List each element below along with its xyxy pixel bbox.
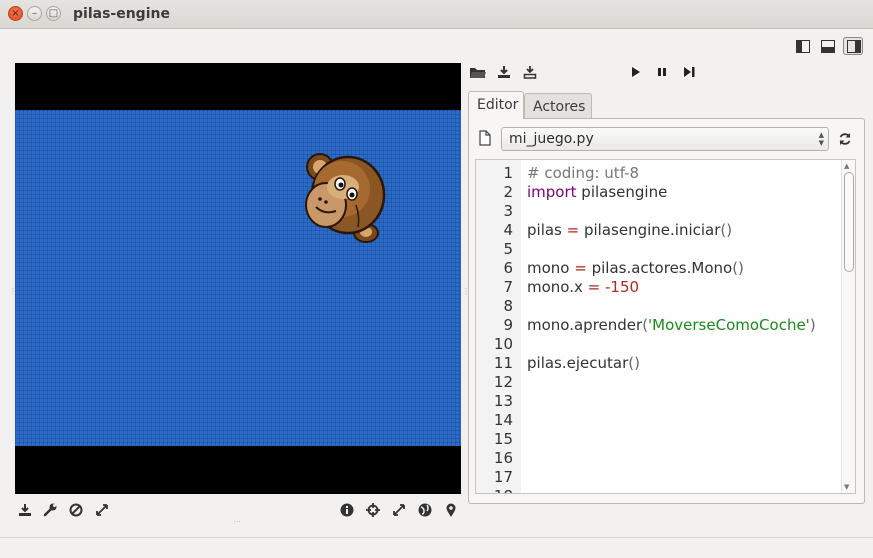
open-folder-icon[interactable]	[469, 64, 487, 82]
code-token: =	[566, 221, 580, 239]
game-stage[interactable]	[15, 63, 461, 494]
maximize-window-button[interactable]: □	[46, 6, 61, 21]
code-line[interactable]: import pilasengine	[527, 183, 667, 201]
code-line[interactable]: # coding: utf-8	[527, 164, 639, 182]
line-number: 14	[493, 411, 513, 429]
wrench-icon[interactable]	[42, 502, 60, 520]
map-pin-icon[interactable]	[443, 502, 461, 520]
code-line[interactable]: mono = pilas.actores.Mono()	[527, 259, 744, 277]
code-token: pilas	[527, 221, 567, 239]
download-icon[interactable]	[17, 502, 35, 520]
file-icon	[478, 130, 492, 150]
code-token: mono.x	[527, 278, 588, 296]
save-icon[interactable]	[496, 64, 514, 82]
code-token: =	[587, 278, 601, 296]
code-token: pilas.actores.Mono	[586, 259, 733, 277]
code-token: # coding: utf-8	[527, 164, 640, 182]
crosshair-icon[interactable]	[365, 502, 383, 520]
code-token: ()	[628, 354, 640, 372]
line-number: 17	[493, 468, 513, 486]
code-token: pilas.ejecutar	[527, 354, 629, 372]
window-title: pilas-engine	[73, 6, 170, 22]
line-number: 7	[503, 278, 513, 296]
minimize-window-button[interactable]: –	[27, 6, 42, 21]
line-number: 18	[494, 487, 513, 493]
code-token: -150	[604, 278, 640, 296]
line-number: 5	[503, 240, 513, 258]
tab-editor[interactable]: Editor	[468, 91, 524, 119]
line-number: 11	[493, 354, 513, 372]
line-number-gutter: 123456789101112131415161718	[476, 160, 521, 493]
line-number: 9	[503, 316, 513, 334]
code-line[interactable]: mono.x = -150	[527, 278, 639, 296]
code-token: import	[527, 183, 577, 201]
title-bar: × – □ pilas-engine	[0, 0, 873, 29]
code-editor[interactable]: 123456789101112131415161718 # coding: ut…	[475, 159, 856, 494]
line-number: 6	[503, 259, 513, 277]
reload-icon[interactable]	[838, 131, 852, 150]
pause-icon[interactable]	[655, 64, 673, 82]
code-line[interactable]: mono.aprender('MoverseComoCoche')	[527, 316, 816, 334]
line-number: 3	[503, 202, 513, 220]
code-line[interactable]: pilas = pilasengine.iniciar()	[527, 221, 732, 239]
scroll-up-icon[interactable]: ▲	[844, 162, 849, 170]
expand-icon[interactable]	[94, 502, 112, 520]
bottom-splitter-handle[interactable]: ⋯	[233, 517, 241, 526]
line-number: 2	[503, 183, 513, 201]
code-token: mono.aprender	[527, 316, 643, 334]
line-number: 4	[503, 221, 513, 239]
code-token: 'MoverseComoCoche'	[648, 316, 810, 334]
tab-actores[interactable]: Actores	[524, 93, 592, 118]
info-icon[interactable]	[339, 502, 357, 520]
line-number: 8	[503, 297, 513, 315]
vertical-scrollbar[interactable]: ▲ ▼	[841, 160, 855, 493]
left-splitter-handle[interactable]: ⋮	[9, 287, 17, 296]
line-number: 16	[493, 449, 513, 467]
globe-icon[interactable]	[417, 502, 435, 520]
code-token: )	[809, 316, 816, 334]
line-number: 13	[493, 392, 513, 410]
code-token: =	[574, 259, 587, 277]
scroll-down-icon[interactable]: ▼	[844, 483, 849, 491]
code-token: pilasengine.iniciar	[579, 221, 721, 239]
file-selector[interactable]: mi_juego.py ▲ ▼	[501, 127, 829, 151]
close-window-button[interactable]: ×	[8, 6, 23, 21]
step-icon[interactable]	[681, 64, 699, 82]
line-number: 1	[503, 164, 513, 182]
file-selector-value: mi_juego.py	[509, 131, 594, 147]
layout-bottom-icon[interactable]	[818, 38, 838, 56]
save-as-icon[interactable]	[522, 64, 540, 82]
layout-right-icon[interactable]	[843, 37, 863, 55]
line-number: 12	[493, 373, 513, 391]
monkey-actor[interactable]	[298, 147, 398, 243]
code-token: pilasengine	[576, 183, 668, 201]
line-number: 15	[493, 430, 513, 448]
chevron-up-down-icon: ▲ ▼	[818, 131, 824, 147]
code-token: mono	[527, 259, 575, 277]
layout-left-icon[interactable]	[793, 38, 813, 56]
code-token: ()	[720, 221, 733, 239]
scrollbar-thumb[interactable]	[844, 172, 854, 272]
fullscreen-icon[interactable]	[391, 502, 409, 520]
code-token: ()	[732, 259, 744, 277]
status-bar	[0, 537, 873, 558]
line-number: 10	[493, 335, 513, 353]
code-line[interactable]: pilas.ejecutar()	[527, 354, 640, 372]
play-icon[interactable]	[629, 64, 647, 82]
ban-icon[interactable]	[68, 502, 86, 520]
